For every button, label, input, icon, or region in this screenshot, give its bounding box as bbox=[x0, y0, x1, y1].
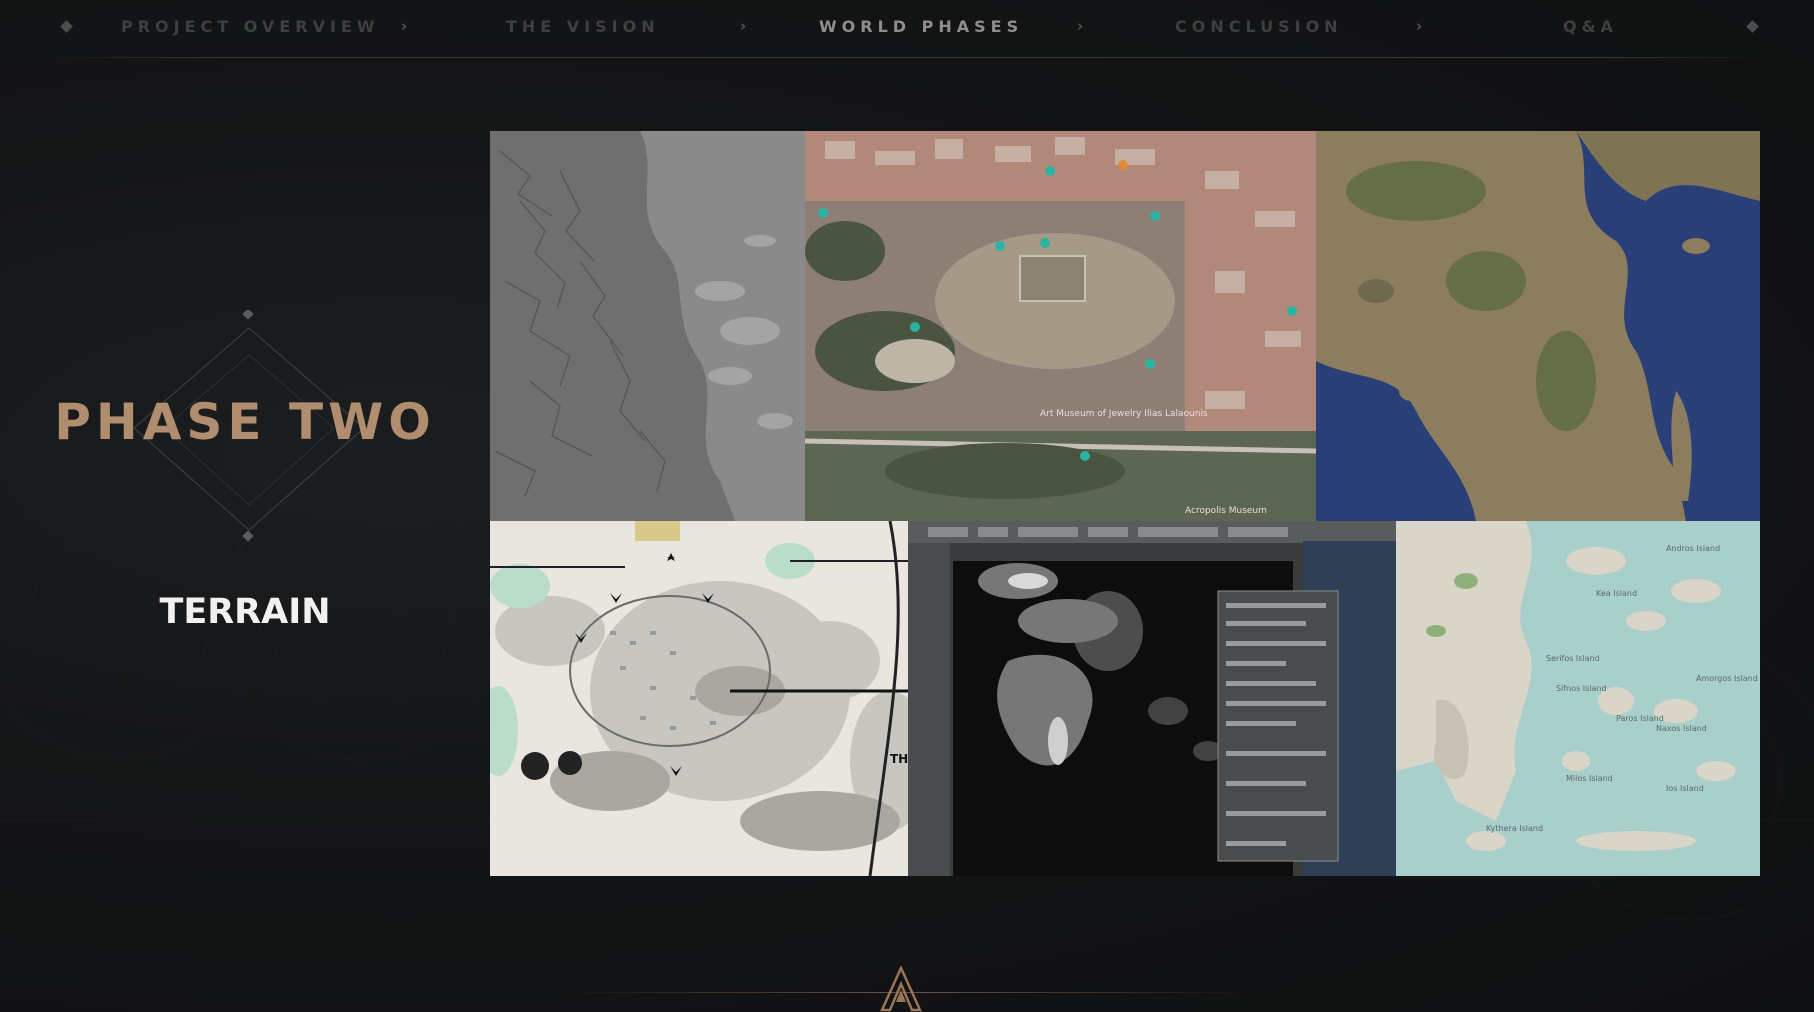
nav-item-world-phases[interactable]: WORLD PHASES bbox=[819, 17, 1023, 36]
island-label: Paros Island bbox=[1616, 714, 1664, 723]
terrain-reference-collage: Art Museum of Jewelry Ilias Lalaounis Ac… bbox=[490, 131, 1760, 876]
peloponnese-satellite-image bbox=[1316, 131, 1760, 521]
island-label: Sifnos Island bbox=[1556, 684, 1607, 693]
nav-separator-chevron-icon: › bbox=[1077, 17, 1084, 35]
nav-separator-chevron-icon: › bbox=[740, 17, 747, 35]
nav-item-qa[interactable]: Q&A bbox=[1563, 17, 1618, 36]
island-label: Serifos Island bbox=[1546, 654, 1600, 663]
island-label: Kea Island bbox=[1596, 589, 1637, 598]
nav-divider bbox=[52, 57, 1762, 58]
island-label: Kythera Island bbox=[1486, 824, 1543, 833]
nav-item-conclusion[interactable]: CONCLUSION bbox=[1175, 17, 1343, 36]
island-label: Amorgos Island bbox=[1696, 674, 1758, 683]
acropolis-satellite-image: Art Museum of Jewelry Ilias Lalaounis Ac… bbox=[805, 131, 1316, 521]
heightmap-editor-screenshot bbox=[908, 521, 1396, 876]
nav-separator-chevron-icon: › bbox=[1416, 17, 1423, 35]
relief-heightmap-image bbox=[490, 131, 805, 521]
nav-item-project-overview[interactable]: PROJECT OVERVIEW bbox=[121, 17, 379, 36]
nav-end-diamond-icon bbox=[1746, 20, 1759, 33]
museum-map-label: Art Museum of Jewelry Ilias Lalaounis bbox=[1040, 409, 1208, 419]
top-navigation: PROJECT OVERVIEW › THE VISION › WORLD PH… bbox=[0, 0, 1814, 58]
acropolis-museum-map-label: Acropolis Museum bbox=[1185, 506, 1267, 516]
phase-title: PHASE TWO bbox=[54, 393, 436, 451]
map-hamlet-label: TH bbox=[890, 752, 908, 766]
island-label: Naxos Island bbox=[1656, 724, 1707, 733]
island-label: Andros Island bbox=[1666, 544, 1720, 553]
slide-canvas: PROJECT OVERVIEW › THE VISION › WORLD PH… bbox=[0, 0, 1814, 1012]
island-label: Ios Island bbox=[1666, 784, 1704, 793]
nav-separator-chevron-icon: › bbox=[401, 17, 408, 35]
game-emblem-icon bbox=[880, 966, 922, 1012]
phase-subtitle: TERRAIN bbox=[159, 592, 331, 632]
nav-start-diamond-icon bbox=[60, 20, 73, 33]
aegean-islands-map-image: Kythera Island Milos Island Naxos Island… bbox=[1396, 521, 1760, 876]
island-label: Milos Island bbox=[1566, 774, 1613, 783]
nav-item-the-vision[interactable]: THE VISION bbox=[506, 17, 660, 36]
stylized-settlement-map-image: TH bbox=[490, 521, 908, 876]
